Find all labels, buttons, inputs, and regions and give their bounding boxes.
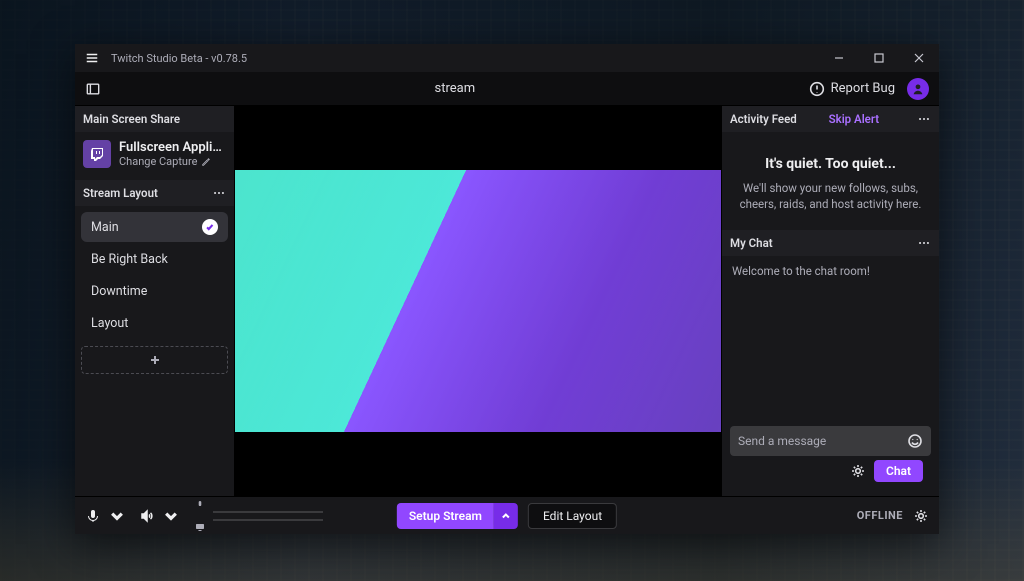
- layout-item-layout[interactable]: Layout: [81, 308, 228, 338]
- ellipsis-icon: [917, 112, 931, 126]
- right-panel: Activity Feed Skip Alert It's quiet. Too…: [721, 106, 939, 496]
- left-panel: Main Screen Share Fullscreen Applic... C…: [75, 106, 235, 496]
- user-avatar-button[interactable]: [907, 78, 929, 100]
- skip-alert-button[interactable]: Skip Alert: [829, 112, 880, 126]
- layout-item-label: Downtime: [91, 284, 147, 299]
- twitch-app-icon: [83, 140, 111, 168]
- preview-area: [235, 106, 721, 496]
- speaker-button[interactable]: [139, 508, 155, 524]
- scene-title: stream: [101, 81, 809, 96]
- mic-button[interactable]: [85, 508, 101, 524]
- activity-feed-subtitle: We'll show your new follows, subs, cheer…: [736, 180, 925, 212]
- activity-feed-more-button[interactable]: [917, 112, 931, 126]
- main-screen-share-label: Main Screen Share: [83, 112, 180, 126]
- main-screen-share-header: Main Screen Share: [75, 106, 234, 132]
- mini-mic-icon: [195, 495, 205, 514]
- chat-settings-button[interactable]: [850, 463, 866, 479]
- bottombar: Setup Stream Edit Layout OFFLINE: [75, 496, 939, 534]
- gear-icon: [913, 508, 929, 524]
- speaker-dropdown-button[interactable]: [163, 508, 179, 524]
- chat-header-label: My Chat: [730, 236, 773, 250]
- stream-layout-header: Stream Layout: [75, 180, 234, 206]
- person-icon: [911, 82, 925, 96]
- mic-dropdown-button[interactable]: [109, 508, 125, 524]
- capture-source-title: Fullscreen Applic...: [119, 140, 226, 155]
- layout-item-label: Be Right Back: [91, 252, 168, 267]
- setup-stream-button[interactable]: Setup Stream: [397, 503, 494, 529]
- stream-preview[interactable]: [235, 170, 721, 432]
- add-layout-button[interactable]: [81, 346, 228, 374]
- chat-input-wrap: [730, 426, 931, 456]
- edit-layout-button[interactable]: Edit Layout: [528, 503, 617, 529]
- layout-item-label: Layout: [91, 316, 128, 331]
- activity-feed-title: It's quiet. Too quiet...: [736, 156, 925, 172]
- main-area: Main Screen Share Fullscreen Applic... C…: [75, 106, 939, 496]
- stream-layout-more-button[interactable]: [212, 186, 226, 200]
- window-title: Twitch Studio Beta - v0.78.5: [111, 52, 247, 65]
- chevron-up-icon: [501, 511, 511, 521]
- window-minimize-button[interactable]: [819, 44, 859, 72]
- layout-item-brb[interactable]: Be Right Back: [81, 244, 228, 274]
- window-close-button[interactable]: [899, 44, 939, 72]
- toolbar: stream Report Bug: [75, 72, 939, 106]
- capture-source-row[interactable]: Fullscreen Applic... Change Capture: [75, 132, 234, 180]
- ellipsis-icon: [917, 236, 931, 250]
- check-icon: [202, 219, 218, 235]
- collapse-sidebar-button[interactable]: [85, 81, 101, 97]
- activity-feed-body: It's quiet. Too quiet... We'll show your…: [722, 132, 939, 230]
- warning-icon: [809, 81, 825, 97]
- chat-messages: Welcome to the chat room!: [722, 256, 939, 426]
- activity-feed-header: Activity Feed Skip Alert: [722, 106, 939, 132]
- chat-send-button[interactable]: Chat: [874, 460, 923, 482]
- speaker-icon: [139, 508, 155, 524]
- ellipsis-icon: [212, 186, 226, 200]
- chevron-down-icon: [109, 508, 125, 524]
- activity-feed-label: Activity Feed: [730, 112, 797, 126]
- stream-layout-label: Stream Layout: [83, 186, 158, 200]
- report-bug-label: Report Bug: [831, 81, 895, 96]
- chat-more-button[interactable]: [917, 236, 931, 250]
- chat-welcome-text: Welcome to the chat room!: [732, 264, 870, 278]
- chat-input[interactable]: [738, 434, 907, 448]
- hamburger-menu-button[interactable]: [79, 44, 105, 72]
- layout-item-label: Main: [91, 220, 119, 235]
- mic-icon: [85, 508, 101, 524]
- titlebar: Twitch Studio Beta - v0.78.5: [75, 44, 939, 72]
- setup-stream-dropdown-button[interactable]: [494, 503, 518, 529]
- app-window: Twitch Studio Beta - v0.78.5 stream Repo…: [75, 44, 939, 534]
- mini-monitor-icon: [195, 517, 205, 536]
- smile-icon: [907, 433, 923, 449]
- plus-icon: [149, 354, 161, 366]
- gear-icon: [850, 463, 866, 479]
- report-bug-button[interactable]: Report Bug: [809, 81, 895, 97]
- pencil-icon: [201, 157, 211, 167]
- stream-status: OFFLINE: [857, 509, 903, 522]
- layout-item-downtime[interactable]: Downtime: [81, 276, 228, 306]
- chevron-down-icon: [163, 508, 179, 524]
- desktop-volume-slider[interactable]: [213, 519, 323, 521]
- change-capture-button[interactable]: Change Capture: [119, 155, 226, 168]
- chat-header: My Chat: [722, 230, 939, 256]
- settings-button[interactable]: [913, 508, 929, 524]
- emote-picker-button[interactable]: [907, 433, 923, 449]
- layout-item-main[interactable]: Main: [81, 212, 228, 242]
- window-maximize-button[interactable]: [859, 44, 899, 72]
- mic-volume-slider[interactable]: [213, 511, 323, 513]
